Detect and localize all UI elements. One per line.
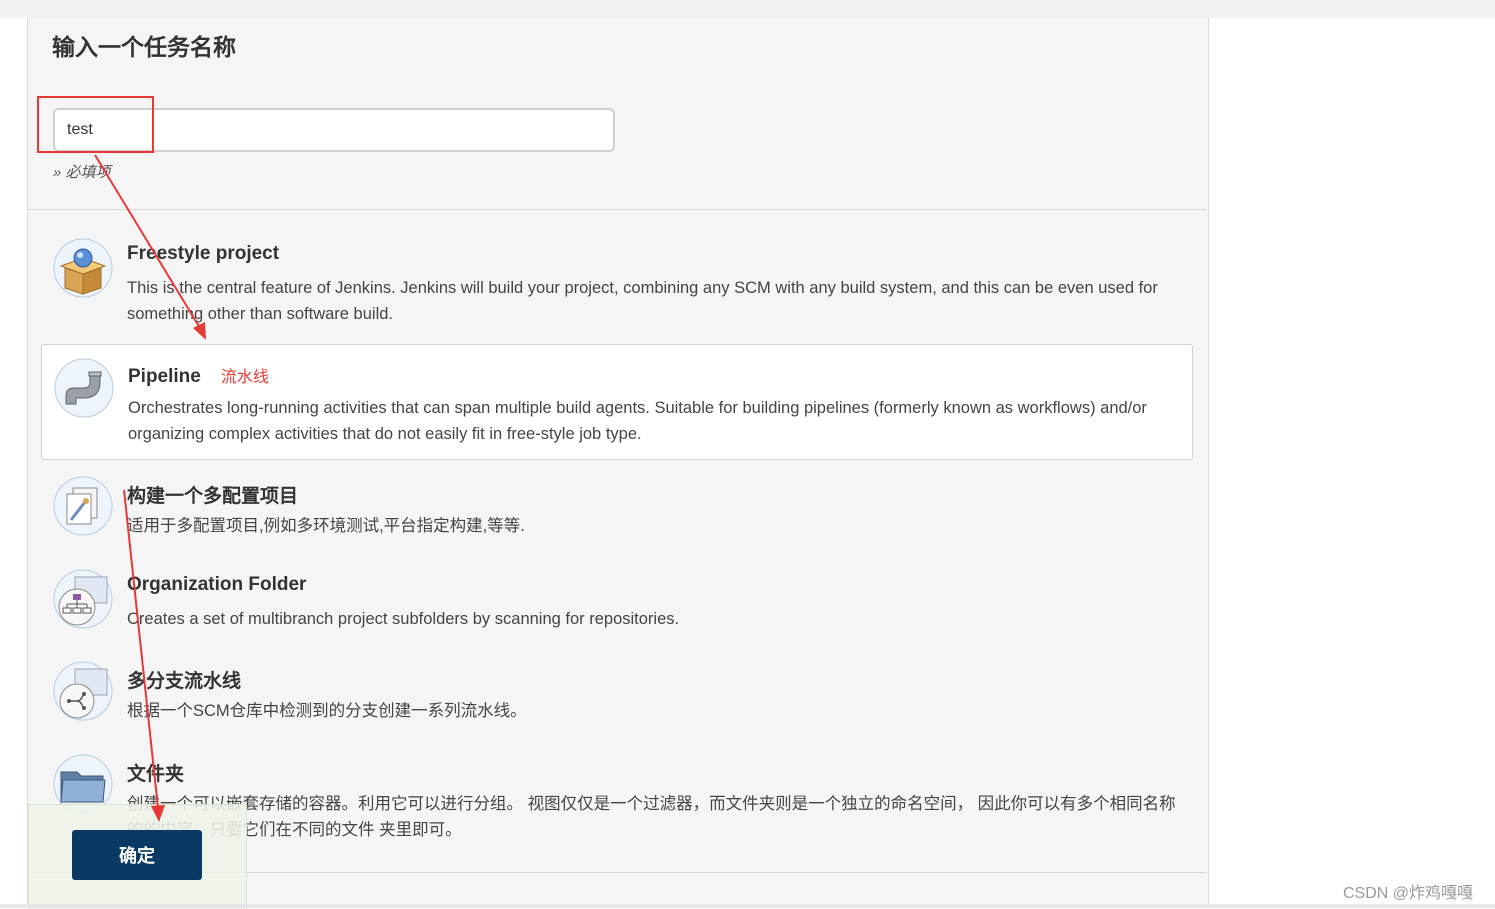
freestyle-box-icon xyxy=(53,238,113,298)
item-type-pipeline[interactable]: Pipeline 流水线 Orchestrates long-running ac… xyxy=(41,344,1193,460)
item-type-description: 创建一个可以嵌套存储的容器。利用它可以进行分组。 视图仅仅是一个过滤器，而文件夹… xyxy=(127,795,1176,839)
item-type-name: Organization Folder xyxy=(127,574,307,595)
item-type-freestyle[interactable]: Freestyle project This is the central fe… xyxy=(41,232,1193,332)
multi-config-icon xyxy=(53,476,113,536)
page-title: 输入一个任务名称 xyxy=(52,34,236,60)
item-type-name: Pipeline xyxy=(128,366,201,387)
item-type-name: 多分支流水线 xyxy=(127,671,242,692)
bottom-strip xyxy=(0,904,1495,908)
item-type-organization-folder[interactable]: Organization Folder Creates a set of mul… xyxy=(41,563,1193,643)
multibranch-pipeline-icon xyxy=(53,661,113,721)
item-type-description: 根据一个SCM仓库中检测到的分支创建一系列流水线。 xyxy=(127,702,527,720)
item-type-description: 适用于多配置项目,例如多环境测试,平台指定构建,等等. xyxy=(127,517,525,535)
item-type-name: 文件夹 xyxy=(127,764,185,785)
annotation-label: 流水线 xyxy=(220,369,269,386)
item-type-multi-config[interactable]: 构建一个多配置项目 适用于多配置项目,例如多环境测试,平台指定构建,等等. xyxy=(41,470,1193,550)
top-strip xyxy=(0,0,1495,18)
item-name-input[interactable] xyxy=(53,108,615,152)
item-type-description: Creates a set of multibranch project sub… xyxy=(127,610,680,628)
required-hint: » 必填项 xyxy=(53,164,111,181)
ok-button[interactable]: 确定 xyxy=(72,830,202,880)
section-divider xyxy=(28,209,1207,210)
item-type-name: Freestyle project xyxy=(127,243,280,264)
item-type-description: This is the central feature of Jenkins. … xyxy=(127,279,1158,323)
csdn-watermark: CSDN @炸鸡嘎嘎 xyxy=(1343,885,1474,902)
pipeline-pipe-icon xyxy=(54,358,114,418)
item-type-multibranch-pipeline[interactable]: 多分支流水线 根据一个SCM仓库中检测到的分支创建一系列流水线。 xyxy=(41,655,1193,735)
item-type-description: Orchestrates long-running activities tha… xyxy=(128,399,1147,443)
organization-folder-icon xyxy=(53,569,113,629)
item-type-name: 构建一个多配置项目 xyxy=(127,486,299,507)
